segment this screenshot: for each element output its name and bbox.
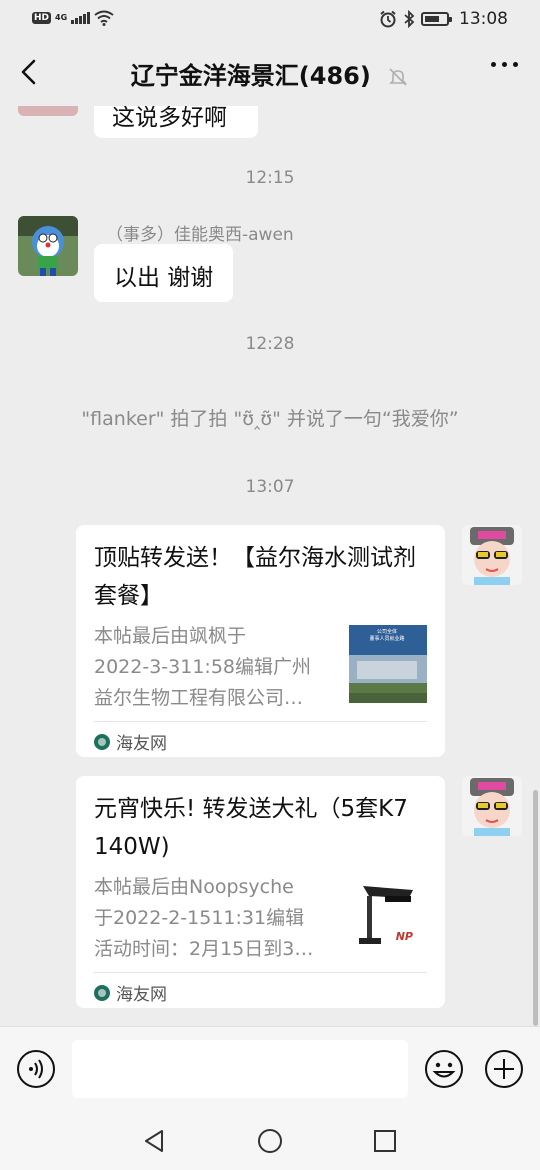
thumb-brand: NP <box>395 930 413 943</box>
avatar[interactable] <box>18 106 78 116</box>
message-bubble[interactable]: 这说多好啊 <box>94 106 258 138</box>
circle-home-icon[interactable] <box>255 1126 285 1156</box>
chat-messages[interactable]: 这说多好啊 12:15 （事多）佳能奥西-awen 以出 谢谢 12:28 "f… <box>0 106 540 1026</box>
alarm-icon <box>380 10 396 28</box>
avatar[interactable] <box>462 776 522 836</box>
card-title: 顶贴转发送！【益尔海水测试剂套餐】 <box>94 545 416 609</box>
card-source-name: 海友网 <box>116 985 167 1005</box>
input-bar <box>0 1026 540 1110</box>
pat-system-message: "flanker" 拍了拍 "ʊ̃‸ʊ̃" 并说了一句“我爱你” <box>81 408 459 430</box>
card-desc-line: 本帖最后由飒枫于 <box>94 625 247 647</box>
plus-icon[interactable] <box>484 1049 524 1089</box>
timestamp: 12:15 <box>245 168 295 188</box>
card-description: 本帖最后由飒枫于 2022-3-311:58编辑广州 益尔生物工程有限公司… <box>94 621 330 714</box>
emoji-icon[interactable] <box>424 1049 464 1089</box>
square-recents-icon[interactable] <box>370 1126 400 1156</box>
card-desc-line: 活动时间：2月15日到3… <box>94 938 314 960</box>
card-desc-line: 于2022-2-1511:31编辑 <box>94 907 305 929</box>
message-text: 以出 谢谢 <box>114 265 214 291</box>
network-type: 4G <box>55 13 68 22</box>
card-desc-line: 2022-3-311:58编辑广州 <box>94 656 311 678</box>
scrollbar[interactable] <box>533 790 538 1026</box>
message-bubble[interactable]: 以出 谢谢 <box>94 244 234 302</box>
hd-badge: HD <box>32 12 52 24</box>
card-title: 元宵快乐! 转发送大礼（5套K7 140W) <box>94 796 408 860</box>
avatar[interactable] <box>462 525 522 585</box>
card-source: 海友网 <box>94 721 427 761</box>
card-source-name: 海友网 <box>116 734 167 754</box>
wifi-icon <box>94 10 114 26</box>
timestamp: 12:28 <box>245 334 295 354</box>
thumb-caption: 董事人员就业路 <box>369 636 405 642</box>
link-card[interactable]: 元宵快乐! 转发送大礼（5套K7 140W) 本帖最后由Noopsyche 于2… <box>76 776 445 1008</box>
site-logo-icon <box>94 984 110 1001</box>
bluetooth-icon <box>404 10 415 28</box>
timestamp: 13:07 <box>245 477 295 497</box>
chat-header: 辽宁金洋海景汇(486) <box>0 40 540 106</box>
card-description: 本帖最后由Noopsyche 于2022-2-1511:31编辑 活动时间：2月… <box>94 872 330 965</box>
avatar[interactable] <box>18 216 78 276</box>
thumb-caption: 公司全体 <box>376 629 397 635</box>
signal-icon <box>71 12 91 24</box>
battery-icon <box>421 12 452 26</box>
triangle-back-icon[interactable] <box>140 1126 170 1156</box>
system-navigation <box>0 1110 540 1170</box>
more-dots-icon[interactable] <box>491 62 518 67</box>
link-card[interactable]: 顶贴转发送！【益尔海水测试剂套餐】 本帖最后由飒枫于 2022-3-311:58… <box>76 525 445 757</box>
bell-muted-icon <box>389 68 408 86</box>
voice-icon[interactable] <box>16 1049 56 1089</box>
message-input[interactable] <box>72 1040 408 1098</box>
card-desc-line: 益尔生物工程有限公司… <box>94 687 304 709</box>
site-logo-icon <box>94 733 110 750</box>
sender-name: （事多）佳能奥西-awen <box>106 225 294 245</box>
status-bar: HD 4G 13:08 <box>0 0 540 40</box>
status-time: 13:08 <box>459 9 508 29</box>
card-thumbnail <box>349 876 427 954</box>
card-desc-line: 本帖最后由Noopsyche <box>94 876 294 898</box>
message-text: 这说多好啊 <box>112 106 227 131</box>
chat-title[interactable]: 辽宁金洋海景汇(486) <box>131 62 371 90</box>
card-source: 海友网 <box>94 972 427 1012</box>
